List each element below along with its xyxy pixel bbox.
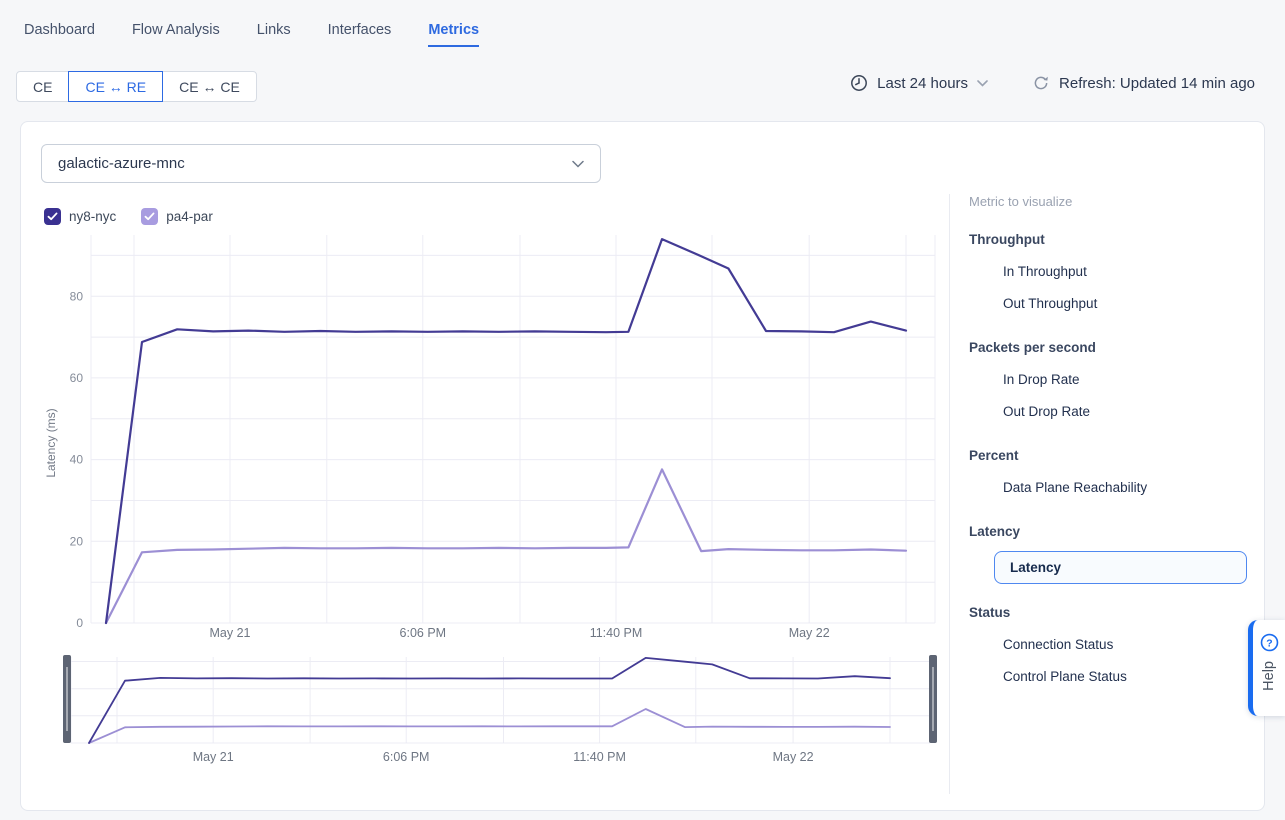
svg-text:May 22: May 22	[789, 626, 830, 640]
metric-item-control-plane-status[interactable]: Control Plane Status	[1003, 669, 1127, 684]
metrics-card: galactic-azure-mnc ny8-nyc pa4-par 0 20 40…	[20, 121, 1265, 811]
filter-ce-ce-button[interactable]: CE ↔ CE	[162, 71, 257, 102]
refresh-status-label: Refresh: Updated 14 min ago	[1059, 75, 1255, 92]
nav-item-flow-analysis[interactable]: Flow Analysis	[132, 22, 220, 47]
latency-line-chart: 0 20 40 60 80 Latency (ms) May 21 6:06 PM 11:40 …	[41, 233, 949, 651]
metric-group-status: Status	[969, 605, 1269, 620]
metric-item-out-drop-rate[interactable]: Out Drop Rate	[1003, 404, 1090, 419]
nav-item-interfaces[interactable]: Interfaces	[328, 22, 392, 47]
series-line-ny8-nyc	[89, 658, 890, 743]
metric-item-in-drop-rate[interactable]: In Drop Rate	[1003, 372, 1080, 387]
panel-divider	[949, 194, 950, 794]
endpoint-filter-group: CE CE ↔ RE CE ↔ CE	[16, 71, 257, 102]
metric-item-connection-status[interactable]: Connection Status	[1003, 637, 1113, 652]
refresh-button[interactable]: Refresh: Updated 14 min ago	[1032, 74, 1255, 92]
chevron-down-icon	[572, 160, 584, 168]
svg-text:0: 0	[76, 616, 83, 630]
svg-text:Latency (ms): Latency (ms)	[44, 408, 58, 477]
time-range-label: Last 24 hours	[877, 75, 968, 92]
nav-item-links[interactable]: Links	[257, 22, 291, 47]
svg-text:?: ?	[1266, 638, 1272, 649]
help-question-icon: ?	[1260, 633, 1279, 652]
refresh-icon	[1032, 74, 1050, 92]
help-label: Help	[1261, 661, 1277, 691]
svg-text:6:06 PM: 6:06 PM	[400, 626, 447, 640]
nav-item-metrics[interactable]: Metrics	[428, 22, 479, 47]
series-toggle-ny8-nyc[interactable]: ny8-nyc	[44, 208, 116, 225]
svg-text:20: 20	[70, 534, 84, 548]
svg-text:May 21: May 21	[210, 626, 251, 640]
series-toggle-label: pa4-par	[166, 209, 213, 224]
svg-text:11:40 PM: 11:40 PM	[573, 750, 626, 764]
checkbox-checked-icon[interactable]	[141, 208, 158, 225]
device-select[interactable]: galactic-azure-mnc	[41, 144, 601, 183]
svg-text:May 21: May 21	[193, 750, 234, 764]
metrics-page: Dashboard Flow Analysis Links Interfaces…	[0, 0, 1285, 820]
metric-item-latency-selected[interactable]: Latency	[994, 551, 1247, 584]
clock-icon	[850, 74, 868, 92]
series-line-pa4-par	[89, 709, 890, 743]
series-toggle-pa4-par[interactable]: pa4-par	[141, 208, 213, 225]
metric-group-percent: Percent	[969, 448, 1269, 463]
svg-text:11:40 PM: 11:40 PM	[590, 626, 643, 640]
svg-text:60: 60	[70, 371, 84, 385]
help-button[interactable]: ? Help	[1248, 620, 1285, 716]
metric-item-in-throughput[interactable]: In Throughput	[1003, 264, 1087, 279]
metric-item-out-throughput[interactable]: Out Throughput	[1003, 296, 1097, 311]
series-legend: ny8-nyc pa4-par	[44, 208, 213, 225]
svg-text:80: 80	[70, 289, 84, 303]
metric-to-visualize-panel: Metric to visualize Throughput In Throug…	[969, 194, 1269, 684]
device-select-value: galactic-azure-mnc	[58, 155, 185, 172]
filter-ce-button[interactable]: CE	[16, 71, 69, 102]
filter-ce-re-button[interactable]: CE ↔ RE	[68, 71, 163, 102]
svg-text:May 22: May 22	[773, 750, 814, 764]
chevron-down-icon	[977, 80, 988, 87]
metric-group-latency: Latency	[969, 524, 1269, 539]
series-line-pa4-par	[106, 469, 906, 623]
time-range-dropdown[interactable]: Last 24 hours	[850, 74, 988, 92]
metric-item-data-plane-reachability[interactable]: Data Plane Reachability	[1003, 480, 1147, 495]
svg-text:40: 40	[70, 453, 84, 467]
metric-group-throughput: Throughput	[969, 232, 1269, 247]
metric-group-packets-per-second: Packets per second	[969, 340, 1269, 355]
top-nav: Dashboard Flow Analysis Links Interfaces…	[24, 22, 479, 47]
top-right-controls: Last 24 hours Refresh: Updated 14 min ag…	[850, 74, 1255, 92]
time-brush-chart[interactable]: May 21 6:06 PM 11:40 PM May 22	[41, 653, 949, 771]
series-toggle-label: ny8-nyc	[69, 209, 116, 224]
svg-text:6:06 PM: 6:06 PM	[383, 750, 430, 764]
checkbox-checked-icon[interactable]	[44, 208, 61, 225]
nav-item-dashboard[interactable]: Dashboard	[24, 22, 95, 47]
metric-panel-title: Metric to visualize	[969, 194, 1269, 209]
